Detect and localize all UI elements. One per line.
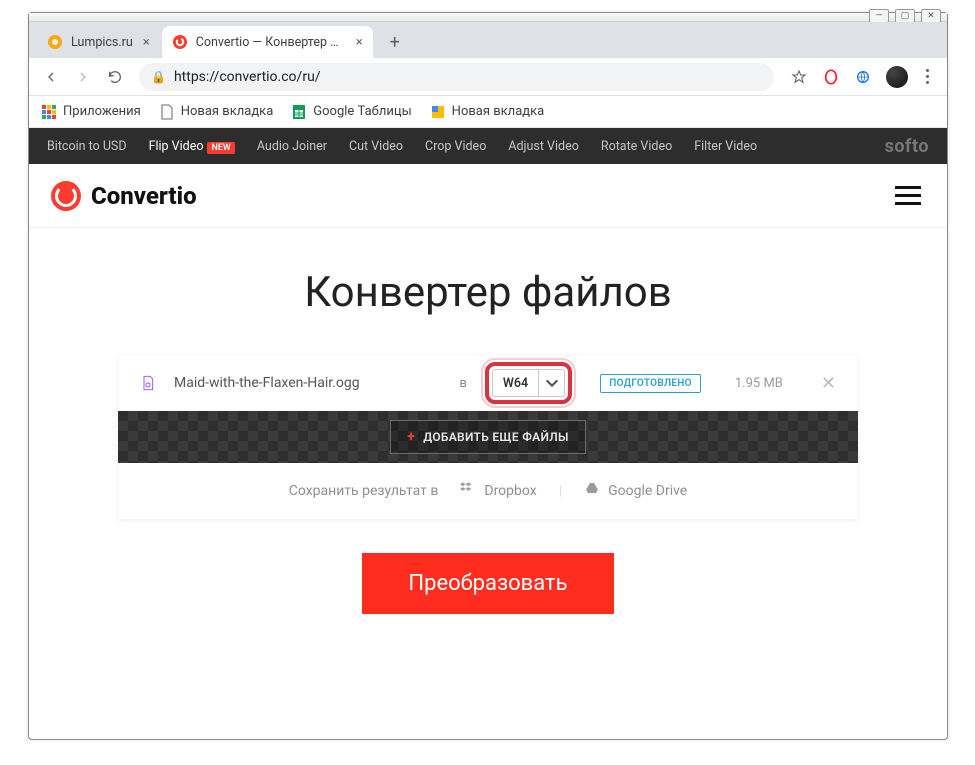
- os-close-button[interactable]: ✕: [921, 9, 941, 23]
- file-name: Maid-with-the-Flaxen-Hair.ogg: [174, 375, 360, 391]
- format-selector[interactable]: W64: [492, 369, 565, 397]
- format-selector-highlight: W64: [485, 362, 572, 404]
- back-button[interactable]: [37, 63, 65, 91]
- save-destination-row: Сохранить результат в Dropbox | Google D…: [118, 463, 858, 519]
- add-more-label: ДОБАВИТЬ ЕЩЕ ФАЙЛЫ: [423, 430, 569, 444]
- softo-link[interactable]: Filter Video: [694, 139, 757, 154]
- plus-icon: +: [407, 429, 415, 445]
- softo-link[interactable]: Crop Video: [425, 139, 486, 154]
- bookmarks-bar: Приложения Новая вкладка Google Таблицы …: [29, 96, 947, 128]
- sheets-icon: [291, 104, 307, 120]
- softo-logo: softo: [885, 136, 929, 157]
- browser-window: — ▢ ✕ Lumpics.ru × Convertio — Конвертер…: [28, 12, 948, 740]
- tab-convertio[interactable]: Convertio — Конвертер файлов ×: [162, 26, 373, 58]
- browser-toolbar: 🔒 https://convertio.co/ru/: [29, 58, 947, 96]
- bookmark-item[interactable]: Новая вкладка: [159, 104, 274, 120]
- save-label: Сохранить результат в: [289, 483, 439, 499]
- softo-link[interactable]: Audio Joiner: [257, 139, 327, 154]
- file-row: Maid-with-the-Flaxen-Hair.ogg в W64 ПОДГ…: [118, 355, 858, 411]
- profile-avatar[interactable]: [886, 66, 908, 88]
- page-color-icon: [430, 104, 446, 120]
- dropbox-label: Dropbox: [484, 483, 536, 499]
- add-more-row: + ДОБАВИТЬ ЕЩЕ ФАЙЛЫ: [118, 411, 858, 463]
- tab-close-button[interactable]: ×: [143, 35, 150, 50]
- bookmark-star-icon[interactable]: [790, 68, 808, 86]
- add-more-button[interactable]: + ДОБАВИТЬ ЕЩЕ ФАЙЛЫ: [390, 420, 585, 454]
- bookmark-item[interactable]: Новая вкладка: [430, 104, 545, 120]
- apps-button[interactable]: Приложения: [41, 104, 141, 120]
- main-content: Конвертер файлов Maid-with-the-Flaxen-Ha…: [29, 228, 947, 614]
- softo-link[interactable]: Adjust Video: [508, 139, 579, 154]
- reload-button[interactable]: [101, 63, 129, 91]
- file-size: 1.95 MB: [735, 376, 783, 391]
- tab-strip: Lumpics.ru × Convertio — Конвертер файло…: [29, 22, 947, 58]
- extension-globe-icon[interactable]: [854, 68, 872, 86]
- new-tab-button[interactable]: +: [381, 28, 409, 56]
- convertio-logo[interactable]: Convertio: [51, 181, 197, 211]
- page-title: Конвертер файлов: [29, 268, 947, 317]
- bookmark-label: Новая вкладка: [452, 104, 545, 119]
- apps-icon: [41, 104, 57, 120]
- browser-menu-button[interactable]: [922, 65, 933, 88]
- address-bar[interactable]: 🔒 https://convertio.co/ru/: [139, 63, 774, 91]
- lock-icon: 🔒: [151, 70, 166, 84]
- save-gdrive[interactable]: Google Drive: [584, 481, 687, 501]
- softo-nav: Bitcoin to USD Flip VideoNEW Audio Joine…: [29, 128, 947, 164]
- tab-lumpics[interactable]: Lumpics.ru ×: [37, 26, 160, 58]
- divider: |: [559, 483, 562, 499]
- bookmark-label: Google Таблицы: [313, 104, 411, 119]
- format-value: W64: [493, 370, 538, 396]
- softo-link[interactable]: Flip VideoNEW: [149, 139, 235, 154]
- extension-opera-icon[interactable]: [822, 68, 840, 86]
- gdrive-icon: [584, 481, 600, 501]
- os-titlebar: — ▢ ✕: [29, 13, 947, 22]
- forward-button[interactable]: [69, 63, 97, 91]
- tab-title: Lumpics.ru: [71, 35, 133, 50]
- to-label: в: [459, 376, 466, 391]
- favicon-convertio: [172, 34, 188, 50]
- new-badge: NEW: [207, 142, 234, 154]
- softo-link[interactable]: Rotate Video: [601, 139, 672, 154]
- tab-close-button[interactable]: ×: [356, 35, 363, 50]
- format-dropdown-button[interactable]: [538, 370, 564, 396]
- brand-text: Convertio: [91, 182, 197, 210]
- remove-file-button[interactable]: ✕: [821, 373, 836, 394]
- page-icon: [159, 104, 175, 120]
- favicon-lumpics: [47, 34, 63, 50]
- tab-title: Convertio — Конвертер файлов: [196, 35, 346, 50]
- bookmark-label: Новая вкладка: [181, 104, 274, 119]
- os-minimize-button[interactable]: —: [869, 9, 889, 23]
- convertio-mark-icon: [51, 181, 81, 211]
- convert-button[interactable]: Преобразовать: [362, 553, 613, 614]
- dropbox-icon: [460, 481, 476, 501]
- url-text: https://convertio.co/ru/: [174, 69, 321, 85]
- softo-link[interactable]: Bitcoin to USD: [47, 139, 127, 154]
- os-maximize-button[interactable]: ▢: [895, 9, 915, 23]
- bookmark-item[interactable]: Google Таблицы: [291, 104, 411, 120]
- bookmark-label: Приложения: [63, 104, 141, 119]
- gdrive-label: Google Drive: [608, 483, 687, 499]
- menu-button[interactable]: [891, 182, 925, 209]
- status-badge: ПОДГОТОВЛЕНО: [600, 374, 701, 393]
- site-header: Convertio: [29, 164, 947, 228]
- softo-link[interactable]: Cut Video: [349, 139, 403, 154]
- file-card: Maid-with-the-Flaxen-Hair.ogg в W64 ПОДГ…: [118, 355, 858, 519]
- file-type-icon: [140, 375, 160, 391]
- save-dropbox[interactable]: Dropbox: [460, 481, 536, 501]
